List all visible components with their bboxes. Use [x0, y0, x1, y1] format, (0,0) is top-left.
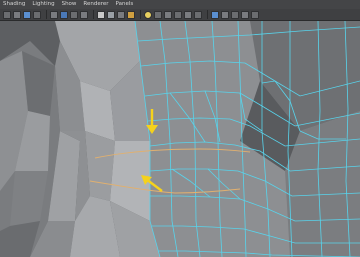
smooth-shade-icon[interactable] [107, 10, 115, 19]
image-plane-icon[interactable] [33, 10, 41, 19]
menu-lighting[interactable]: Lighting [32, 0, 54, 9]
ambient-occlusion-icon[interactable] [221, 10, 229, 19]
toolbar-separator [207, 10, 208, 19]
motion-blur-icon[interactable] [231, 10, 239, 19]
resolution-gate-icon[interactable] [70, 10, 78, 19]
3d-viewport[interactable] [0, 21, 360, 257]
wireframe-icon[interactable] [97, 10, 105, 19]
menu-shading[interactable]: Shading [3, 0, 25, 9]
menu-show[interactable]: Show [62, 0, 77, 9]
depth-of-field-icon[interactable] [251, 10, 259, 19]
menu-renderer[interactable]: Renderer [83, 0, 108, 9]
xray-joints-icon[interactable] [184, 10, 192, 19]
backface-culling-icon[interactable] [194, 10, 202, 19]
textured-icon[interactable] [127, 10, 135, 19]
xray-icon[interactable] [174, 10, 182, 19]
menu-panels[interactable]: Panels [116, 0, 134, 9]
toolbar-separator [46, 10, 47, 19]
gate-mask-icon[interactable] [80, 10, 88, 19]
default-lighting-icon[interactable] [144, 10, 152, 19]
film-gate-icon[interactable] [60, 10, 68, 19]
bookmark-icon[interactable] [23, 10, 31, 19]
grid-icon[interactable] [50, 10, 58, 19]
isolate-select-icon[interactable] [164, 10, 172, 19]
toolbar-separator [140, 10, 141, 19]
panel-menu-bar: Shading Lighting Show Renderer Panels [0, 0, 360, 9]
viewport-canvas[interactable] [0, 21, 360, 257]
panel-toolbar [0, 9, 360, 21]
anti-aliasing-icon[interactable] [241, 10, 249, 19]
select-camera-icon[interactable] [3, 10, 11, 19]
high-quality-icon[interactable] [211, 10, 219, 19]
maya-viewport-window: Shading Lighting Show Renderer Panels [0, 0, 360, 257]
camera-attributes-icon[interactable] [13, 10, 21, 19]
toolbar-separator [93, 10, 94, 19]
wireframe-on-shaded-icon[interactable] [117, 10, 125, 19]
shadows-icon[interactable] [154, 10, 162, 19]
